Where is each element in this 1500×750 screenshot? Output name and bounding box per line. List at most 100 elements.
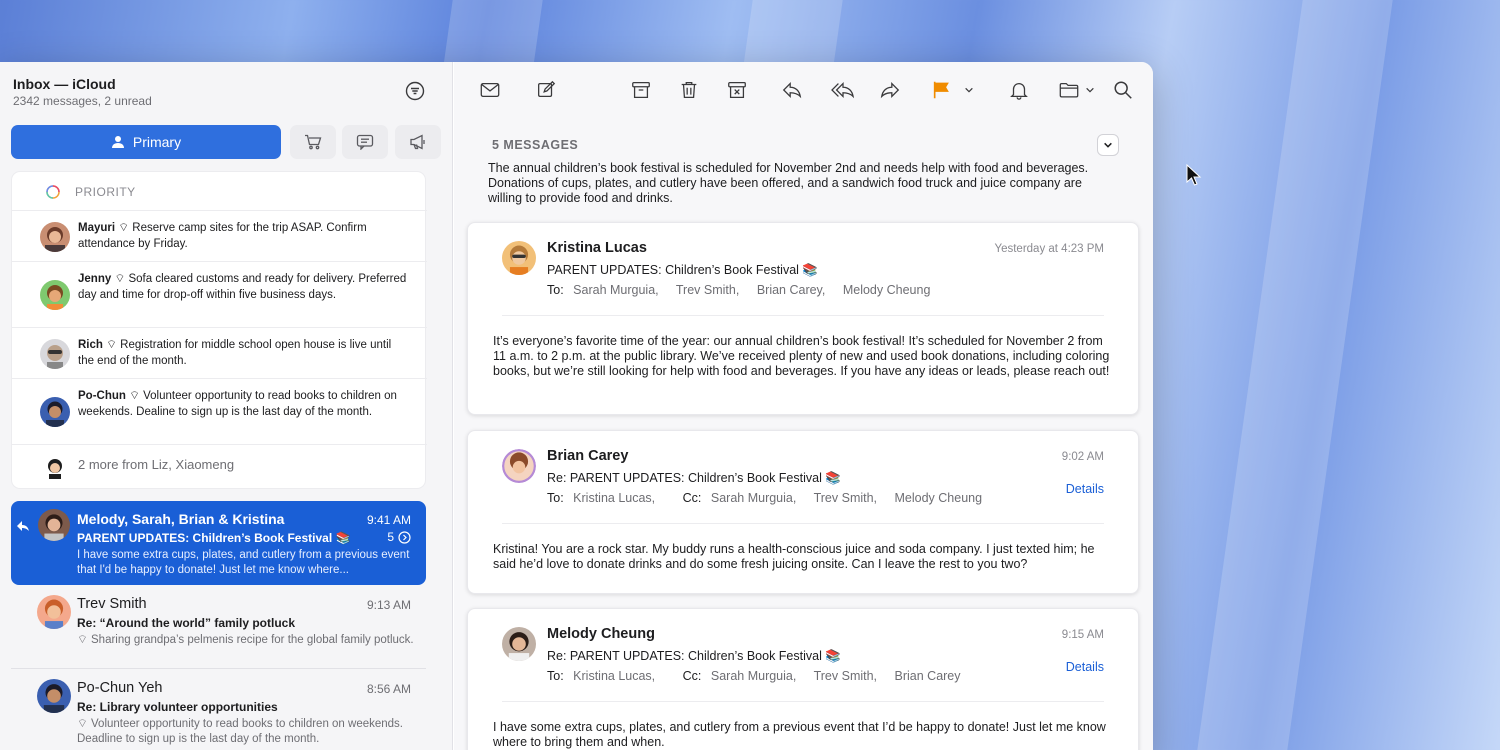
reply-indicator-icon xyxy=(17,521,29,531)
message-list-row[interactable]: Trev Smith 9:13 AM Re: “Around the world… xyxy=(11,585,426,669)
priority-sparkle-icon xyxy=(46,185,60,199)
message-subject: Re: PARENT UPDATES: Children’s Book Fest… xyxy=(547,649,841,663)
folder-menu-button[interactable] xyxy=(1084,78,1096,102)
message-list-row[interactable]: Po-Chun Yeh 8:56 AM Re: Library voluntee… xyxy=(11,669,426,750)
row-preview: ⌔ Volunteer opportunity to read books to… xyxy=(77,718,403,745)
message-time: 9:02 AM xyxy=(1061,451,1104,463)
priority-item-text: Po-Chun ⌔ Volunteer opportunity to read … xyxy=(78,390,397,418)
category-transactions-tab[interactable] xyxy=(342,125,388,159)
recipient[interactable]: Brian Carey, xyxy=(757,283,826,297)
notify-button[interactable] xyxy=(1007,78,1031,102)
category-tabs: Primary xyxy=(11,125,441,159)
avatar xyxy=(40,222,70,252)
search-button[interactable] xyxy=(1111,78,1135,102)
row-time: 9:41 AM xyxy=(366,513,411,527)
recipient[interactable]: Brian Carey xyxy=(895,669,961,683)
recipient[interactable]: Trev Smith, xyxy=(676,283,739,297)
message-subject: PARENT UPDATES: Children’s Book Festival… xyxy=(547,263,818,277)
details-link[interactable]: Details xyxy=(1066,482,1104,496)
priority-item[interactable]: Jenny ⌔ Sofa cleared customs and ready f… xyxy=(12,261,427,327)
category-shopping-tab[interactable] xyxy=(290,125,336,159)
recipient[interactable]: Kristina Lucas, xyxy=(573,669,655,683)
row-subject: PARENT UPDATES: Children’s Book Festival… xyxy=(77,531,351,545)
priority-item[interactable]: Mayuri ⌔ Reserve camp sites for the trip… xyxy=(12,210,427,261)
message-viewer: 5 MESSAGES The annual children’s book fe… xyxy=(454,62,1153,750)
message-recipients: To: Kristina Lucas, Cc: Sarah Murguia, T… xyxy=(547,669,961,683)
reply-button[interactable] xyxy=(780,78,804,102)
summary-collapse-button[interactable] xyxy=(1097,134,1119,156)
message-list-row-selected[interactable]: Melody, Sarah, Brian & Kristina 9:41 AM … xyxy=(11,501,426,585)
bell-icon xyxy=(1010,83,1028,100)
divider xyxy=(502,701,1104,702)
chevron-down-icon xyxy=(1086,87,1094,93)
thread-message-count: 5 MESSAGES xyxy=(492,138,579,152)
divider xyxy=(502,523,1104,524)
memoji-avatar xyxy=(40,280,70,310)
recipient[interactable]: Sarah Murguia, xyxy=(573,283,658,297)
row-subject: Re: Library volunteer opportunities xyxy=(77,700,278,714)
thread-chevron-icon xyxy=(398,530,411,544)
reply-all-button[interactable] xyxy=(829,78,857,102)
message-recipients: To: Sarah Murguia, Trev Smith, Brian Car… xyxy=(547,283,931,297)
envelope-icon xyxy=(480,82,500,98)
memoji-avatar xyxy=(40,339,70,369)
priority-item-text: Mayuri ⌔ Reserve camp sites for the trip… xyxy=(78,222,367,250)
row-time: 8:56 AM xyxy=(366,682,411,696)
priority-more-label: 2 more from Liz, Xiaomeng xyxy=(78,457,235,472)
reply-all-icon xyxy=(831,82,855,99)
category-promotions-tab[interactable] xyxy=(395,125,441,159)
get-mail-button[interactable] xyxy=(478,78,502,102)
junk-icon xyxy=(728,82,746,98)
mailbox-subtitle: 2342 messages, 2 unread xyxy=(13,94,152,108)
message-subject: Re: PARENT UPDATES: Children’s Book Fest… xyxy=(547,471,841,485)
message-time: Yesterday at 4:23 PM xyxy=(994,243,1104,255)
priority-item[interactable]: Po-Chun ⌔ Volunteer opportunity to read … xyxy=(12,378,427,444)
message-sender[interactable]: Brian Carey xyxy=(547,448,628,464)
recipient[interactable]: Kristina Lucas, xyxy=(573,491,655,505)
chat-bubble-icon xyxy=(356,134,374,150)
priority-header: PRIORITY xyxy=(45,184,136,200)
row-sender: Trev Smith xyxy=(77,596,147,612)
row-subject: Re: “Around the world” family potluck xyxy=(77,616,296,630)
memoji-avatar xyxy=(48,459,62,479)
category-primary-label: Primary xyxy=(132,134,182,150)
recipient[interactable]: Melody Cheung xyxy=(895,491,983,505)
trash-icon xyxy=(681,82,697,98)
recipient[interactable]: Sarah Murguia, xyxy=(711,669,796,683)
move-to-folder-button[interactable] xyxy=(1057,78,1081,102)
avatar xyxy=(502,627,536,661)
thread-count: 5 xyxy=(387,530,411,544)
message-sender[interactable]: Melody Cheung xyxy=(547,626,655,642)
wallpaper-streak xyxy=(1197,0,1393,750)
shopping-cart-icon xyxy=(305,134,322,150)
recipient[interactable]: Melody Cheung xyxy=(843,283,931,297)
message-body: Kristina! You are a rock star. My buddy … xyxy=(493,542,1095,571)
filter-icon[interactable] xyxy=(403,79,427,103)
priority-more-row[interactable]: 2 more from Liz, Xiaomeng xyxy=(12,444,427,490)
category-primary-tab[interactable]: Primary xyxy=(11,125,281,159)
flag-button[interactable] xyxy=(930,78,954,102)
recipient[interactable]: Sarah Murguia, xyxy=(711,491,796,505)
message-sender[interactable]: Kristina Lucas xyxy=(547,240,647,256)
row-time: 9:13 AM xyxy=(366,598,411,612)
priority-item[interactable]: Rich ⌔ Registration for middle school op… xyxy=(12,327,427,378)
avatar xyxy=(40,397,70,427)
mailbox-title: Inbox — iCloud xyxy=(13,76,116,92)
compose-button[interactable] xyxy=(534,78,558,102)
divider xyxy=(502,315,1104,316)
forward-button[interactable] xyxy=(878,78,902,102)
row-sender: Po-Chun Yeh xyxy=(77,680,163,696)
delete-button[interactable] xyxy=(677,78,701,102)
megaphone-icon xyxy=(410,134,425,150)
message-recipients: To: Kristina Lucas, Cc: Sarah Murguia, T… xyxy=(547,491,983,505)
recipient[interactable]: Trev Smith, xyxy=(814,669,877,683)
details-link[interactable]: Details xyxy=(1066,660,1104,674)
archive-button[interactable] xyxy=(629,78,653,102)
flag-menu-button[interactable] xyxy=(962,78,976,102)
priority-item-text: Jenny ⌔ Sofa cleared customs and ready f… xyxy=(78,273,407,301)
recipient[interactable]: Trev Smith, xyxy=(814,491,877,505)
reply-icon xyxy=(782,82,802,99)
junk-button[interactable] xyxy=(725,78,749,102)
person-icon xyxy=(111,136,124,148)
priority-label: PRIORITY xyxy=(75,185,136,199)
